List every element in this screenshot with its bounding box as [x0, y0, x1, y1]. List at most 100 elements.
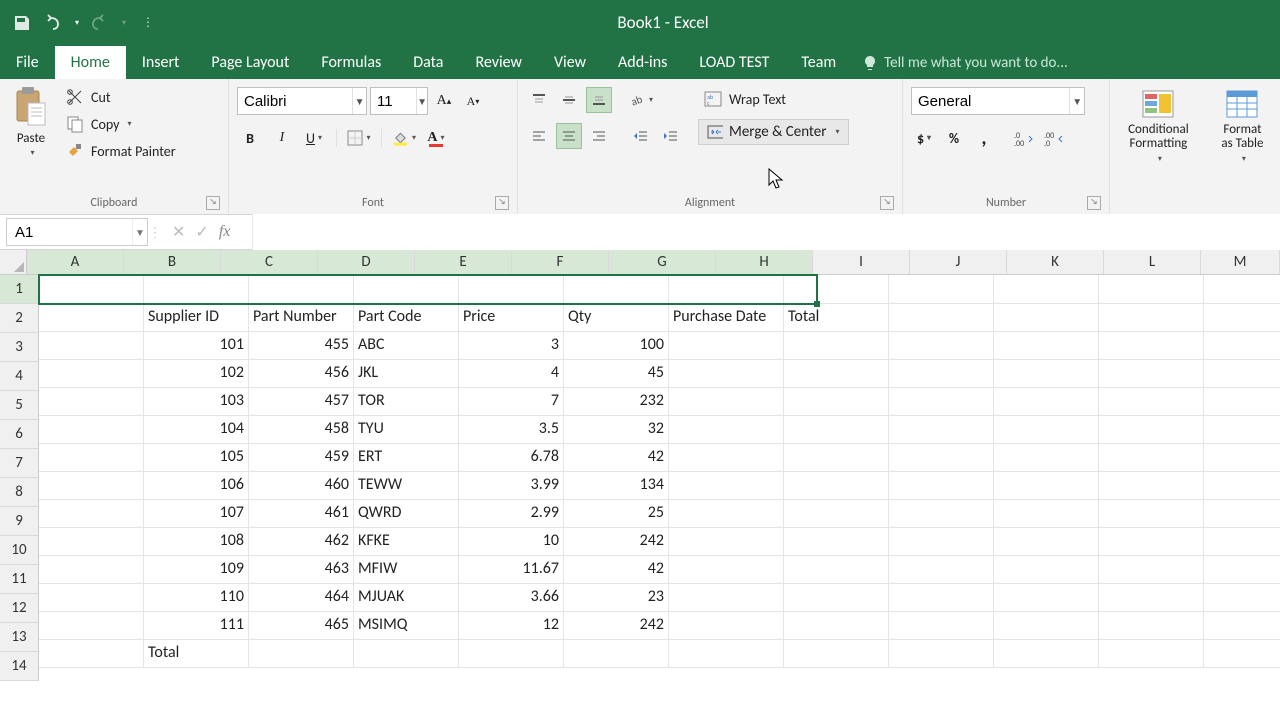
- cell-J3[interactable]: [994, 331, 1099, 360]
- cell-A4[interactable]: [39, 359, 144, 388]
- comma-format-button[interactable]: ,: [971, 125, 997, 151]
- formula-input[interactable]: [252, 214, 1280, 250]
- align-middle-button[interactable]: [556, 87, 582, 113]
- number-dialog-launcher[interactable]: ↘: [1087, 196, 1101, 210]
- cell-B14[interactable]: Total: [144, 639, 249, 668]
- cell-H4[interactable]: [784, 359, 889, 388]
- chevron-down-icon[interactable]: ▼: [132, 219, 147, 245]
- cell-H11[interactable]: [784, 555, 889, 584]
- column-header-H[interactable]: H: [716, 250, 813, 274]
- row-header-14[interactable]: 14: [0, 652, 38, 681]
- row-header-9[interactable]: 9: [0, 507, 38, 536]
- cell-K13[interactable]: [1099, 611, 1204, 640]
- cell-E12[interactable]: 3.66: [459, 583, 564, 612]
- cell-B4[interactable]: 102: [144, 359, 249, 388]
- cell-C6[interactable]: 458: [249, 415, 354, 444]
- percent-format-button[interactable]: %: [941, 125, 967, 151]
- cell-A6[interactable]: [39, 415, 144, 444]
- cell-C7[interactable]: 459: [249, 443, 354, 472]
- italic-button[interactable]: I: [269, 125, 295, 151]
- cell-J1[interactable]: [994, 275, 1099, 304]
- cell-F14[interactable]: [564, 639, 669, 668]
- cell-H2[interactable]: Total: [784, 303, 889, 332]
- cell-C13[interactable]: 465: [249, 611, 354, 640]
- select-all-corner[interactable]: [0, 250, 27, 275]
- cell-L10[interactable]: [1204, 527, 1280, 556]
- cell-A11[interactable]: [39, 555, 144, 584]
- cell-L8[interactable]: [1204, 471, 1280, 500]
- merge-center-button[interactable]: Merge & Center ▾: [698, 119, 849, 145]
- cell-C1[interactable]: [249, 275, 354, 304]
- align-center-button[interactable]: [556, 123, 582, 149]
- cell-A1[interactable]: [39, 275, 144, 304]
- cell-A10[interactable]: [39, 527, 144, 556]
- cell-J14[interactable]: [994, 639, 1099, 668]
- column-header-F[interactable]: F: [512, 250, 609, 274]
- cell-D4[interactable]: JKL: [354, 359, 459, 388]
- save-icon[interactable]: [12, 13, 32, 33]
- underline-button[interactable]: U▾: [301, 125, 327, 151]
- format-as-table-button[interactable]: Format as Table▾: [1213, 85, 1272, 166]
- cell-H5[interactable]: [784, 387, 889, 416]
- increase-indent-button[interactable]: [658, 123, 684, 149]
- font-size-combo[interactable]: ▼: [370, 87, 428, 115]
- column-header-D[interactable]: D: [318, 250, 415, 274]
- cell-I12[interactable]: [889, 583, 994, 612]
- cell-K12[interactable]: [1099, 583, 1204, 612]
- align-bottom-button[interactable]: [586, 87, 612, 113]
- orientation-button[interactable]: ab▾: [628, 87, 654, 113]
- tab-page-layout[interactable]: Page Layout: [195, 46, 305, 79]
- cell-H7[interactable]: [784, 443, 889, 472]
- cell-L2[interactable]: [1204, 303, 1280, 332]
- cell-F4[interactable]: 45: [564, 359, 669, 388]
- cell-K3[interactable]: [1099, 331, 1204, 360]
- increase-decimal-button[interactable]: .0.00: [1011, 125, 1037, 151]
- tab-addins[interactable]: Add-ins: [602, 46, 683, 79]
- cell-F8[interactable]: 134: [564, 471, 669, 500]
- cell-F12[interactable]: 23: [564, 583, 669, 612]
- clipboard-dialog-launcher[interactable]: ↘: [206, 196, 220, 210]
- font-dialog-launcher[interactable]: ↘: [495, 196, 509, 210]
- column-header-A[interactable]: A: [27, 250, 124, 274]
- alignment-dialog-launcher[interactable]: ↘: [880, 196, 894, 210]
- cell-I9[interactable]: [889, 499, 994, 528]
- cell-B6[interactable]: 104: [144, 415, 249, 444]
- cell-F2[interactable]: Qty: [564, 303, 669, 332]
- cell-E7[interactable]: 6.78: [459, 443, 564, 472]
- cell-A3[interactable]: [39, 331, 144, 360]
- cell-D1[interactable]: [354, 275, 459, 304]
- cell-C10[interactable]: 462: [249, 527, 354, 556]
- cell-A8[interactable]: [39, 471, 144, 500]
- cell-C2[interactable]: Part Number: [249, 303, 354, 332]
- tab-data[interactable]: Data: [397, 46, 459, 79]
- cell-I2[interactable]: [889, 303, 994, 332]
- tab-home[interactable]: Home: [55, 46, 126, 79]
- cell-F7[interactable]: 42: [564, 443, 669, 472]
- chevron-down-icon[interactable]: ▼: [352, 88, 366, 114]
- cell-K1[interactable]: [1099, 275, 1204, 304]
- cell-A14[interactable]: [39, 639, 144, 668]
- cell-G12[interactable]: [669, 583, 784, 612]
- cell-L1[interactable]: [1204, 275, 1280, 304]
- cell-C9[interactable]: 461: [249, 499, 354, 528]
- cell-F5[interactable]: 232: [564, 387, 669, 416]
- cell-I14[interactable]: [889, 639, 994, 668]
- row-header-11[interactable]: 11: [0, 565, 38, 594]
- cell-L13[interactable]: [1204, 611, 1280, 640]
- cell-I3[interactable]: [889, 331, 994, 360]
- cell-D6[interactable]: TYU: [354, 415, 459, 444]
- cell-H9[interactable]: [784, 499, 889, 528]
- cell-H12[interactable]: [784, 583, 889, 612]
- cell-F13[interactable]: 242: [564, 611, 669, 640]
- cell-H6[interactable]: [784, 415, 889, 444]
- cell-D9[interactable]: QWRD: [354, 499, 459, 528]
- cell-K7[interactable]: [1099, 443, 1204, 472]
- borders-button[interactable]: ▾: [346, 125, 372, 151]
- row-header-7[interactable]: 7: [0, 449, 38, 478]
- cell-D13[interactable]: MSIMQ: [354, 611, 459, 640]
- cell-L4[interactable]: [1204, 359, 1280, 388]
- undo-icon[interactable]: [42, 13, 62, 33]
- cell-J2[interactable]: [994, 303, 1099, 332]
- cell-H3[interactable]: [784, 331, 889, 360]
- cell-D11[interactable]: MFIW: [354, 555, 459, 584]
